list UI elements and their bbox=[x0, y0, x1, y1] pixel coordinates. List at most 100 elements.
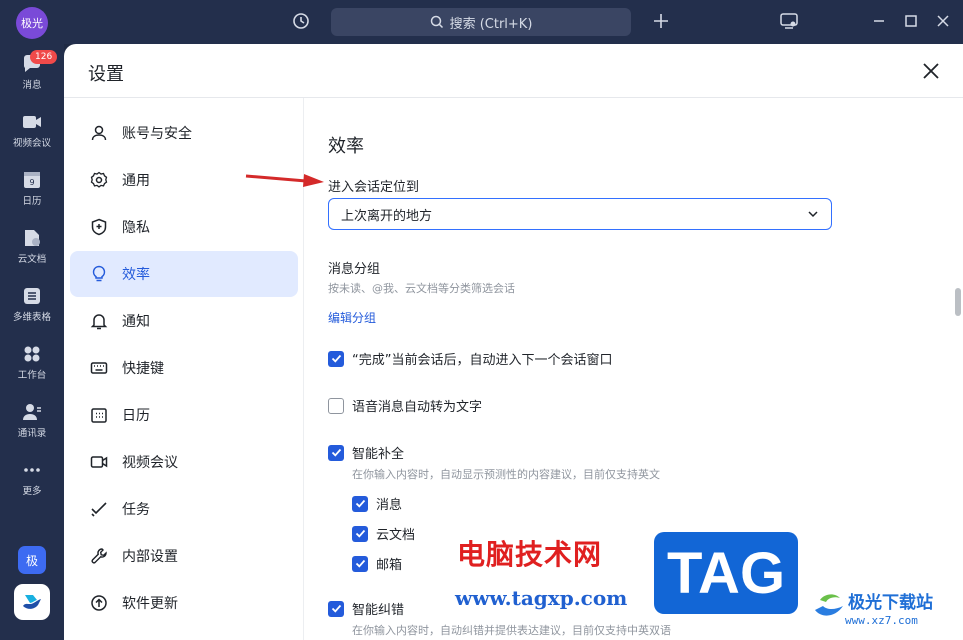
rail-item-label: 工作台 bbox=[17, 370, 47, 381]
nav-item-label: 快捷键 bbox=[122, 361, 164, 377]
app-launcher-button[interactable] bbox=[14, 584, 50, 620]
rail-item-base[interactable]: 多维表格 bbox=[0, 284, 64, 334]
enter-chat-value: 上次离开的地方 bbox=[341, 208, 433, 224]
nav-item-privacy[interactable]: 隐私 bbox=[70, 204, 298, 250]
nav-item-label: 软件更新 bbox=[122, 596, 178, 612]
rail-item-label: 更多 bbox=[22, 486, 42, 497]
option-smart-correction[interactable]: 智能纠错 bbox=[328, 599, 404, 618]
nav-item-notifications[interactable]: 通知 bbox=[70, 298, 298, 344]
nav-item-video-meeting[interactable]: 视频会议 bbox=[70, 439, 298, 485]
checkbox-checked[interactable] bbox=[328, 444, 344, 461]
search-icon bbox=[430, 15, 443, 29]
nav-item-label: 通知 bbox=[122, 314, 150, 330]
avatar[interactable]: 极光 bbox=[16, 7, 48, 39]
screen-share-button[interactable] bbox=[778, 10, 800, 32]
minimize-button[interactable] bbox=[868, 10, 890, 32]
check-icon bbox=[355, 529, 365, 538]
rail-item-contacts[interactable]: 通讯录 bbox=[0, 400, 64, 450]
watermark-site-name: 极光下载站 bbox=[848, 593, 933, 613]
video-camera-icon bbox=[23, 116, 41, 128]
nav-item-shortcuts[interactable]: 快捷键 bbox=[70, 345, 298, 391]
history-clock-icon bbox=[293, 13, 309, 29]
enter-chat-select[interactable]: 上次离开的地方 bbox=[328, 198, 832, 230]
close-icon bbox=[923, 63, 939, 79]
rail-item-more[interactable]: 更多 bbox=[0, 458, 64, 508]
app-logo-icon bbox=[23, 595, 41, 609]
plus-icon bbox=[654, 14, 668, 28]
nav-item-software-update[interactable]: 软件更新 bbox=[70, 580, 298, 626]
nav-item-calendar[interactable]: 日历 bbox=[70, 392, 298, 438]
message-group-desc: 按未读、@我、云文档等分类筛选会话 bbox=[328, 282, 515, 295]
dialog-title: 设置 bbox=[88, 64, 124, 85]
option-label: “完成”当前会话后，自动进入下一个会话窗口 bbox=[352, 353, 613, 368]
search-input[interactable]: 搜索 (Ctrl+K) bbox=[331, 8, 631, 36]
option-label: 语音消息自动转为文字 bbox=[352, 400, 483, 415]
checkbox-checked[interactable] bbox=[352, 495, 368, 512]
option-auto-next-chat[interactable]: “完成”当前会话后，自动进入下一个会话窗口 bbox=[328, 349, 612, 368]
screen-share-icon bbox=[780, 13, 798, 29]
nav-item-efficiency[interactable]: 效率 bbox=[70, 251, 298, 297]
checkbox-unchecked[interactable] bbox=[328, 397, 344, 414]
workplace-grid-icon bbox=[24, 346, 40, 362]
content-scrollbar[interactable] bbox=[955, 288, 961, 316]
check-icon bbox=[355, 499, 365, 508]
title-bar: 极光 搜索 (Ctrl+K) bbox=[0, 0, 963, 44]
rail-item-messages[interactable]: 消息 126 bbox=[0, 50, 64, 102]
option-label: 云文档 bbox=[376, 528, 416, 543]
rail-item-label: 日历 bbox=[22, 196, 42, 207]
unread-badge: 126 bbox=[30, 50, 58, 64]
upload-circle-icon bbox=[91, 595, 107, 611]
watermark-tag-logo: TAG bbox=[654, 532, 798, 614]
video-camera-icon bbox=[90, 456, 108, 468]
rail-item-label: 视频会议 bbox=[12, 138, 51, 149]
window-close-button[interactable] bbox=[932, 10, 954, 32]
watermark-url: www.tagxp.com bbox=[455, 586, 628, 610]
check-icon bbox=[331, 604, 341, 613]
rail-item-calendar[interactable]: 9 日历 bbox=[0, 168, 64, 218]
calendar-icon bbox=[91, 408, 107, 423]
option-voice-to-text[interactable]: 语音消息自动转为文字 bbox=[328, 396, 482, 415]
nav-item-account-security[interactable]: 账号与安全 bbox=[70, 110, 298, 156]
cloud-doc-icon bbox=[25, 230, 40, 246]
minimize-icon bbox=[874, 20, 884, 22]
rail-item-video-meeting[interactable]: 视频会议 bbox=[0, 110, 64, 160]
close-icon bbox=[937, 15, 949, 27]
keyboard-icon bbox=[90, 362, 108, 374]
watermark-swirl-icon bbox=[815, 594, 843, 616]
section-title: 效率 bbox=[328, 136, 364, 157]
task-check-icon bbox=[91, 502, 107, 517]
lightbulb-icon bbox=[92, 265, 106, 282]
dialog-close-button[interactable] bbox=[920, 60, 942, 82]
watermark-cn-text: 电脑技术网 bbox=[457, 538, 603, 571]
checkbox-checked[interactable] bbox=[352, 555, 368, 572]
checkbox-checked[interactable] bbox=[328, 600, 344, 617]
rail-item-label: 多维表格 bbox=[12, 312, 51, 323]
edit-group-link[interactable]: 编辑分组 bbox=[328, 309, 376, 326]
dialog-header: 设置 bbox=[64, 44, 963, 98]
nav-item-tasks[interactable]: 任务 bbox=[70, 486, 298, 532]
nav-item-internal-settings[interactable]: 内部设置 bbox=[70, 533, 298, 579]
option-label: 智能纠错 bbox=[352, 603, 405, 618]
smart-correction-desc: 在你输入内容时，自动纠错并提供表达建议，目前仅支持中英双语 bbox=[352, 624, 671, 637]
option-compose-mail[interactable]: 邮箱 bbox=[352, 554, 402, 573]
checkbox-checked[interactable] bbox=[328, 350, 344, 367]
nav-item-label: 隐私 bbox=[122, 220, 150, 236]
calendar-date: 9 bbox=[29, 178, 34, 187]
org-badge[interactable]: 极 bbox=[18, 546, 46, 574]
nav-item-label: 任务 bbox=[122, 502, 150, 518]
maximize-button[interactable] bbox=[900, 10, 922, 32]
history-button[interactable] bbox=[290, 10, 312, 32]
more-dots-icon bbox=[24, 468, 40, 472]
checkbox-checked[interactable] bbox=[352, 525, 368, 542]
option-compose-messages[interactable]: 消息 bbox=[352, 494, 402, 513]
rail-item-label: 云文档 bbox=[17, 254, 47, 265]
check-icon bbox=[355, 559, 365, 568]
create-button[interactable] bbox=[650, 10, 672, 32]
option-smart-compose[interactable]: 智能补全 bbox=[328, 443, 404, 462]
option-compose-docs[interactable]: 云文档 bbox=[352, 524, 415, 543]
chevron-down-icon bbox=[808, 211, 818, 218]
rail-item-cloud-docs[interactable]: 云文档 bbox=[0, 226, 64, 276]
gear-icon bbox=[90, 171, 108, 188]
contacts-icon bbox=[23, 404, 41, 420]
rail-item-workplace[interactable]: 工作台 bbox=[0, 342, 64, 392]
